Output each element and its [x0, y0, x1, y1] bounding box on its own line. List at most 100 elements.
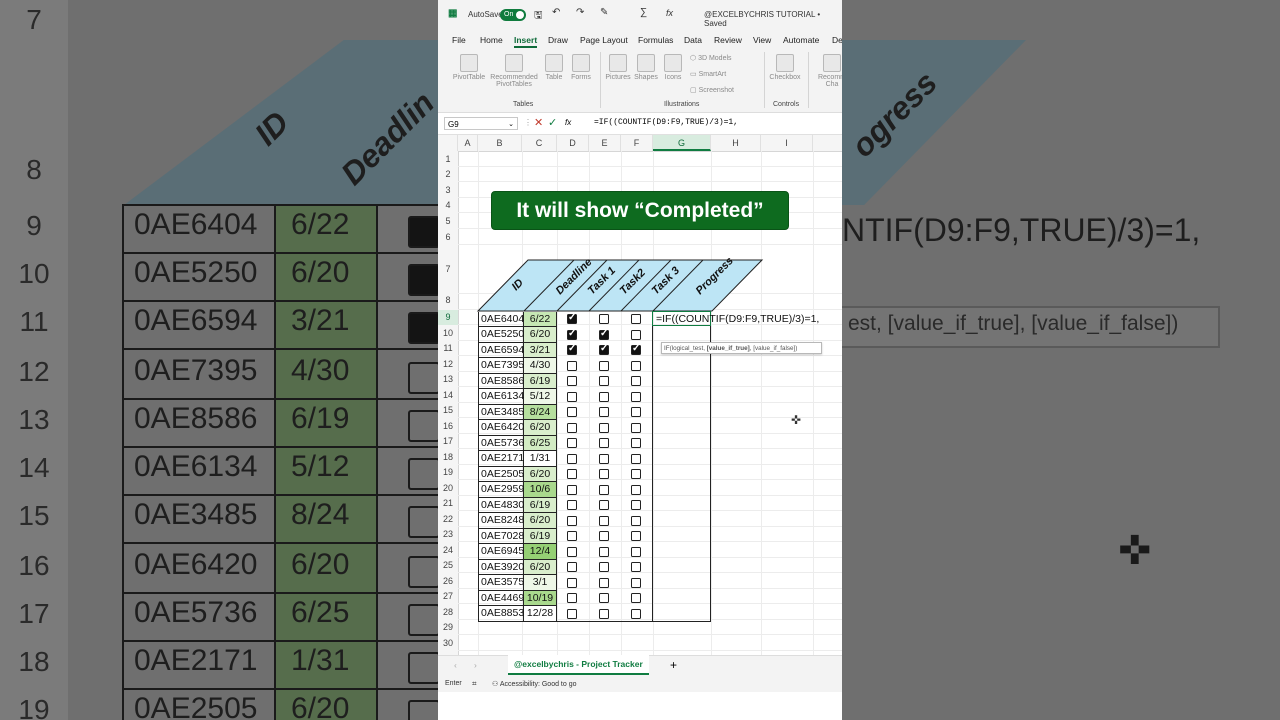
row-header-30[interactable]: 30 — [438, 635, 458, 651]
cell-id[interactable]: 0AE2959 — [478, 482, 524, 498]
autosave-toggle[interactable]: On — [500, 9, 526, 21]
cell-id[interactable]: 0AE6420 — [478, 420, 524, 436]
task-checkbox[interactable] — [631, 376, 641, 386]
next-sheet-icon[interactable]: › — [474, 660, 477, 670]
tab-view[interactable]: View — [753, 35, 771, 45]
tab-draw[interactable]: Draw — [548, 35, 568, 45]
enter-icon[interactable]: ✓ — [548, 116, 557, 129]
cell-id[interactable]: 0AE6404 — [478, 311, 524, 327]
task-checkbox[interactable] — [599, 407, 609, 417]
row-header-21[interactable]: 21 — [438, 496, 458, 511]
row-header-13[interactable]: 13 — [438, 372, 458, 387]
undo-icon[interactable]: ↶ — [552, 7, 560, 18]
redo-icon[interactable]: ↷ — [576, 7, 584, 18]
task-checkbox[interactable] — [567, 593, 577, 603]
shapes-button[interactable]: Shapes — [632, 54, 660, 81]
tab-data[interactable]: Data — [684, 35, 702, 45]
formula-text[interactable]: =IF((COUNTIF(D9:F9,TRUE)/3)=1, — [594, 118, 738, 127]
task-checkbox[interactable] — [631, 531, 641, 541]
task-checkbox[interactable] — [599, 360, 609, 371]
task-checkbox[interactable] — [567, 438, 577, 448]
cell-id[interactable]: 0AE2505 — [478, 466, 524, 482]
cell-deadline[interactable]: 10/6 — [524, 482, 557, 498]
accessibility-status[interactable]: ⚇ Accessibility: Good to go — [492, 680, 577, 688]
cell-id[interactable]: 0AE6134 — [478, 389, 524, 405]
task-checkbox[interactable] — [567, 546, 577, 557]
column-header-b[interactable]: B — [478, 135, 522, 151]
tab-home[interactable]: Home — [480, 35, 503, 45]
smartart-button[interactable]: ▭ SmartArt — [690, 70, 726, 78]
pivottable-button[interactable]: PivotTable — [450, 54, 488, 81]
row-header-1[interactable]: 1 — [438, 151, 458, 167]
cell-deadline[interactable]: 3/1 — [524, 575, 557, 591]
cell-deadline[interactable]: 4/30 — [524, 358, 557, 374]
task-checkbox[interactable] — [631, 562, 641, 572]
tab-formulas[interactable]: Formulas — [638, 35, 673, 45]
cell-id[interactable]: 0AE4830 — [478, 497, 524, 513]
task-checkbox[interactable] — [567, 562, 577, 572]
cell-id[interactable]: 0AE5250 — [478, 327, 524, 343]
task-checkbox[interactable] — [631, 453, 641, 464]
row-header-12[interactable]: 12 — [438, 356, 458, 372]
task-checkbox[interactable] — [567, 391, 577, 402]
row-header-19[interactable]: 19 — [438, 465, 458, 480]
cell-deadline[interactable]: 12/28 — [524, 606, 557, 622]
cell-id[interactable]: 0AE8248 — [478, 513, 524, 529]
task-checkbox[interactable] — [631, 500, 641, 510]
task-checkbox[interactable] — [631, 469, 641, 479]
task-checkbox[interactable] — [567, 407, 577, 417]
table-button[interactable]: Table — [542, 54, 566, 81]
forms-button[interactable]: Forms — [568, 54, 594, 81]
column-header-a[interactable]: A — [458, 135, 478, 151]
task-checkbox[interactable] — [567, 484, 577, 495]
task-checkbox[interactable] — [567, 343, 577, 355]
task-checkbox[interactable] — [631, 422, 641, 433]
row-header-4[interactable]: 4 — [438, 198, 458, 213]
cell-deadline[interactable]: 6/20 — [524, 327, 557, 343]
select-all-corner[interactable] — [438, 135, 458, 151]
save-icon[interactable]: 🖫 — [534, 8, 543, 25]
task-checkbox[interactable] — [631, 407, 641, 417]
pictures-button[interactable]: Pictures — [604, 54, 632, 81]
cell-deadline[interactable]: 6/19 — [524, 497, 557, 513]
task-checkbox[interactable] — [599, 484, 609, 495]
cell-deadline[interactable]: 6/20 — [524, 513, 557, 529]
tab-file[interactable]: File — [452, 35, 466, 45]
task-checkbox[interactable] — [599, 515, 609, 526]
cell-deadline[interactable]: 6/19 — [524, 528, 557, 544]
row-header-29[interactable]: 29 — [438, 620, 458, 635]
cell-id[interactable]: 0AE8853 — [478, 606, 524, 622]
task-checkbox[interactable] — [631, 438, 641, 448]
task-checkbox[interactable] — [567, 608, 577, 619]
column-header-h[interactable]: H — [711, 135, 761, 151]
task-checkbox[interactable] — [567, 531, 577, 541]
task-checkbox[interactable] — [599, 593, 609, 603]
cell-id[interactable]: 0AE6945 — [478, 544, 524, 560]
task-checkbox[interactable] — [631, 360, 641, 371]
task-checkbox[interactable] — [599, 531, 609, 541]
recommended-charts-button[interactable]: Recomm Cha — [812, 54, 842, 88]
task-checkbox[interactable] — [631, 484, 641, 495]
cell-deadline[interactable]: 10/19 — [524, 590, 557, 606]
cell-id[interactable]: 0AE5736 — [478, 435, 524, 451]
row-header-6[interactable]: 6 — [438, 229, 458, 245]
tab-review[interactable]: Review — [714, 35, 742, 45]
cell-id[interactable]: 0AE4469 — [478, 590, 524, 606]
cell-deadline[interactable]: 8/24 — [524, 404, 557, 420]
cell-id[interactable]: 0AE3485 — [478, 404, 524, 420]
row-header-16[interactable]: 16 — [438, 418, 458, 434]
row-header-3[interactable]: 3 — [438, 182, 458, 198]
column-header-e[interactable]: E — [589, 135, 621, 151]
sheet-tab-project-tracker[interactable]: @excelbychris - Project Tracker — [508, 655, 649, 675]
task-checkbox[interactable] — [631, 546, 641, 557]
cell-deadline[interactable]: 6/20 — [524, 466, 557, 482]
format-painter-icon[interactable]: ✎ — [600, 7, 608, 18]
row-header-24[interactable]: 24 — [438, 542, 458, 558]
row-header-27[interactable]: 27 — [438, 589, 458, 604]
checkbox-button[interactable]: Checkbox — [768, 54, 802, 81]
cell-deadline[interactable]: 6/25 — [524, 435, 557, 451]
recommended-pivottables-button[interactable]: Recommended PivotTables — [488, 54, 540, 88]
row-header-25[interactable]: 25 — [438, 558, 458, 573]
task-checkbox[interactable] — [599, 577, 609, 588]
task-checkbox[interactable] — [599, 328, 609, 340]
